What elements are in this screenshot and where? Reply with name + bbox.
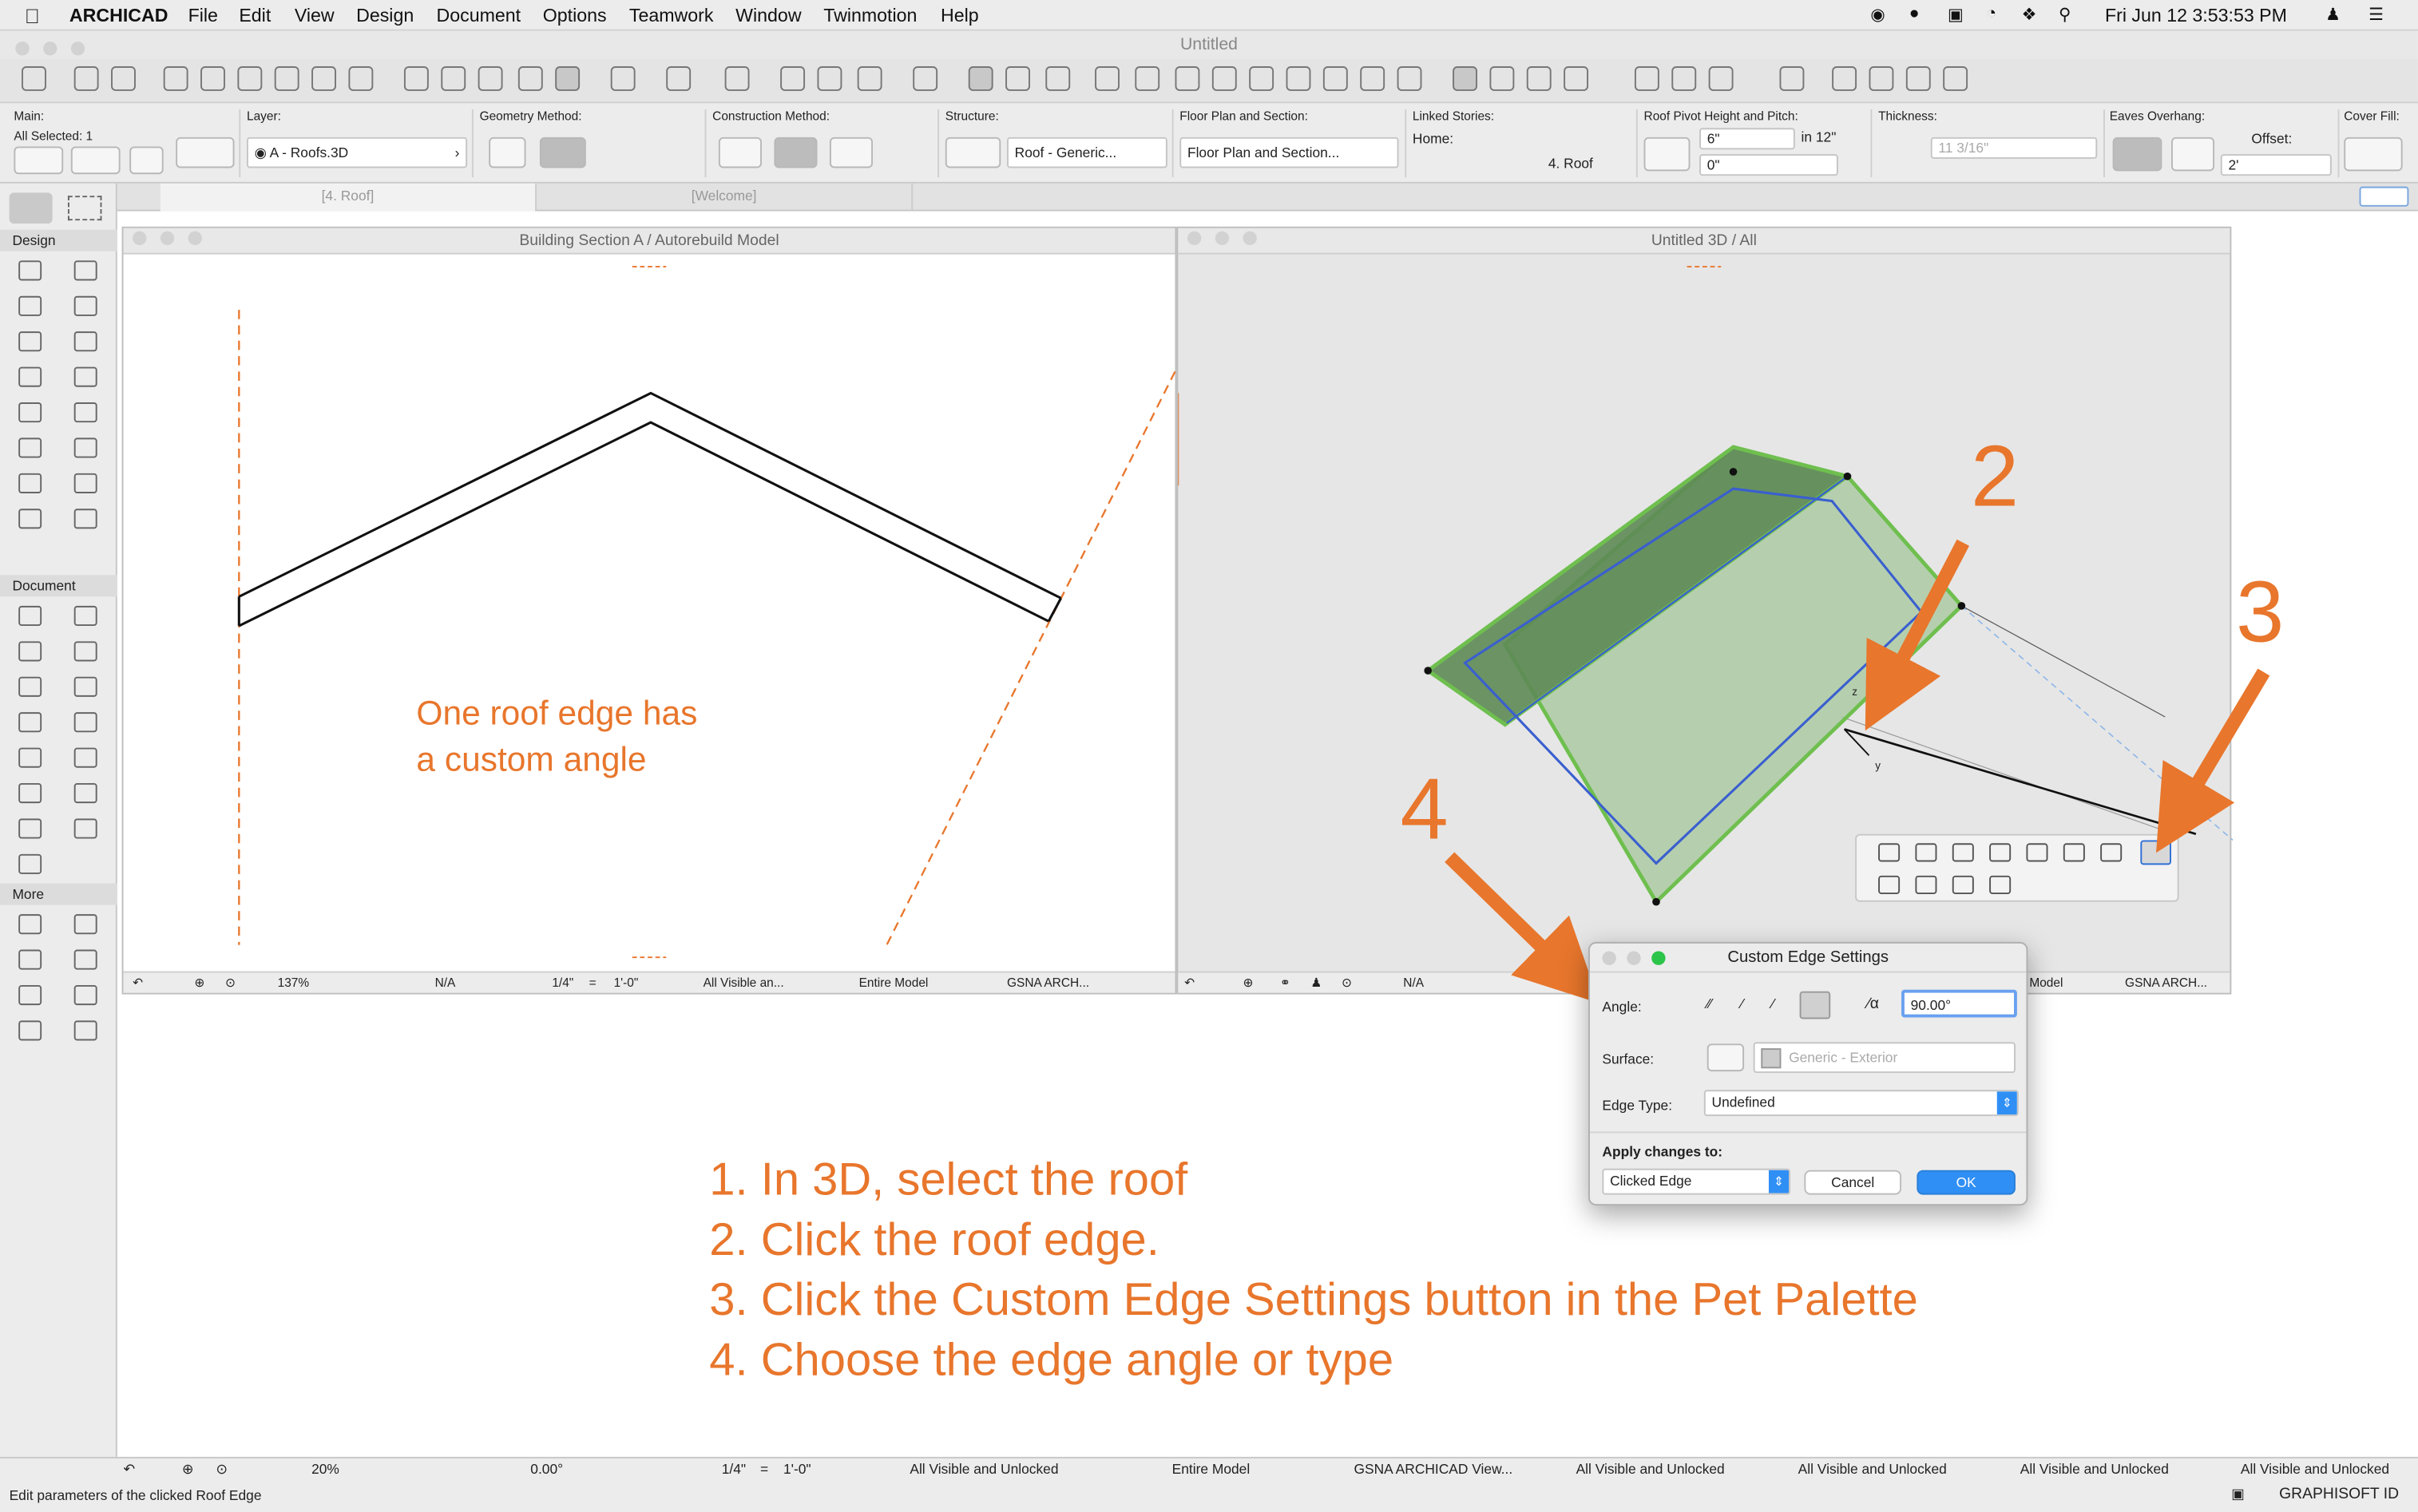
- angle-input[interactable]: 90.00°: [1901, 989, 2017, 1018]
- main-layers-2[interactable]: All Visible and Unlocked: [1576, 1462, 1725, 1477]
- surface-value: Generic - Exterior: [1789, 1050, 1898, 1066]
- main-zoom[interactable]: 20%: [311, 1462, 339, 1477]
- bottom-status-bar: ↶ ⊕ ⊙ 20% 0.00° 1/4" = 1'-0" All Visible…: [0, 1456, 2418, 1512]
- dialog-minimize-button[interactable]: [1627, 951, 1641, 965]
- main-eq: =: [760, 1461, 769, 1477]
- dialog-titlebar: Custom Edge Settings: [1589, 944, 2027, 973]
- instruction-4: 4. Choose the edge angle or type: [709, 1335, 1394, 1387]
- instruction-1: 1. In 3D, select the roof: [709, 1154, 1188, 1206]
- surface-override-button[interactable]: [1706, 1043, 1745, 1072]
- callout-2: 2: [1970, 426, 2020, 524]
- angle-label: Angle:: [1602, 999, 1642, 1015]
- callout-3: 3: [2236, 562, 2285, 660]
- angle-perpendicular-icon[interactable]: ∕∕: [1707, 995, 1729, 1014]
- angle-horizontal-icon[interactable]: ∕: [1772, 995, 1794, 1014]
- angle-value: 90.00°: [1910, 997, 1952, 1013]
- surface-swatch: [1761, 1048, 1782, 1069]
- angle-vertical-icon[interactable]: ∕: [1741, 995, 1762, 1014]
- main-model[interactable]: Entire Model: [1172, 1462, 1251, 1477]
- instruction-3: 3. Click the Custom Edge Settings button…: [709, 1275, 1918, 1326]
- edge-type-value: Undefined: [1711, 1094, 1775, 1110]
- dialog-close-button[interactable]: [1602, 951, 1616, 965]
- window-icon[interactable]: ▣: [2231, 1486, 2244, 1503]
- edge-type-select[interactable]: Undefined ⇕: [1703, 1090, 2019, 1117]
- instructions: 1. In 3D, select the roof 2. Click the r…: [709, 1150, 1918, 1391]
- arrow-4: [1445, 852, 1600, 1003]
- main-scale[interactable]: 1/4": [722, 1462, 746, 1477]
- dialog-zoom-button[interactable]: [1651, 951, 1666, 965]
- arrow-3: [2156, 668, 2270, 853]
- surface-label: Surface:: [1602, 1051, 1655, 1067]
- main-layers-3[interactable]: All Visible and Unlocked: [1798, 1462, 1947, 1477]
- zoom-in-main-icon[interactable]: ⊕: [182, 1462, 194, 1478]
- surface-select[interactable]: Generic - Exterior: [1753, 1042, 2016, 1074]
- main-scale-val[interactable]: 1'-0": [783, 1462, 811, 1477]
- callout-4: 4: [1400, 760, 1449, 857]
- angle-alpha-icon: ∕α: [1867, 995, 1879, 1013]
- instruction-2: 2. Click the roof edge.: [709, 1214, 1159, 1266]
- angle-custom-icon[interactable]: [1799, 991, 1831, 1019]
- undo-zoom-icon[interactable]: ↶: [123, 1462, 135, 1478]
- graphisoft-id[interactable]: GRAPHISOFT ID: [2279, 1486, 2399, 1503]
- zoom-fit-main-icon[interactable]: ⊙: [216, 1462, 228, 1478]
- chevron-up-down-icon: ⇕: [1996, 1091, 2017, 1115]
- dialog-title: Custom Edge Settings: [1727, 948, 1889, 967]
- edge-type-label: Edge Type:: [1602, 1097, 1673, 1114]
- main-layers-5[interactable]: All Visible and Unlocked: [2241, 1462, 2389, 1477]
- hint-text: Edit parameters of the clicked Roof Edge: [9, 1487, 262, 1503]
- main-layers-4[interactable]: All Visible and Unlocked: [2020, 1462, 2169, 1477]
- main-penset[interactable]: GSNA ARCHICAD View...: [1354, 1462, 1513, 1477]
- arrow-2: [1865, 539, 1969, 731]
- main-layers[interactable]: All Visible and Unlocked: [910, 1462, 1058, 1477]
- ok-button[interactable]: OK: [1917, 1170, 2016, 1195]
- main-angle[interactable]: 0.00°: [530, 1462, 563, 1477]
